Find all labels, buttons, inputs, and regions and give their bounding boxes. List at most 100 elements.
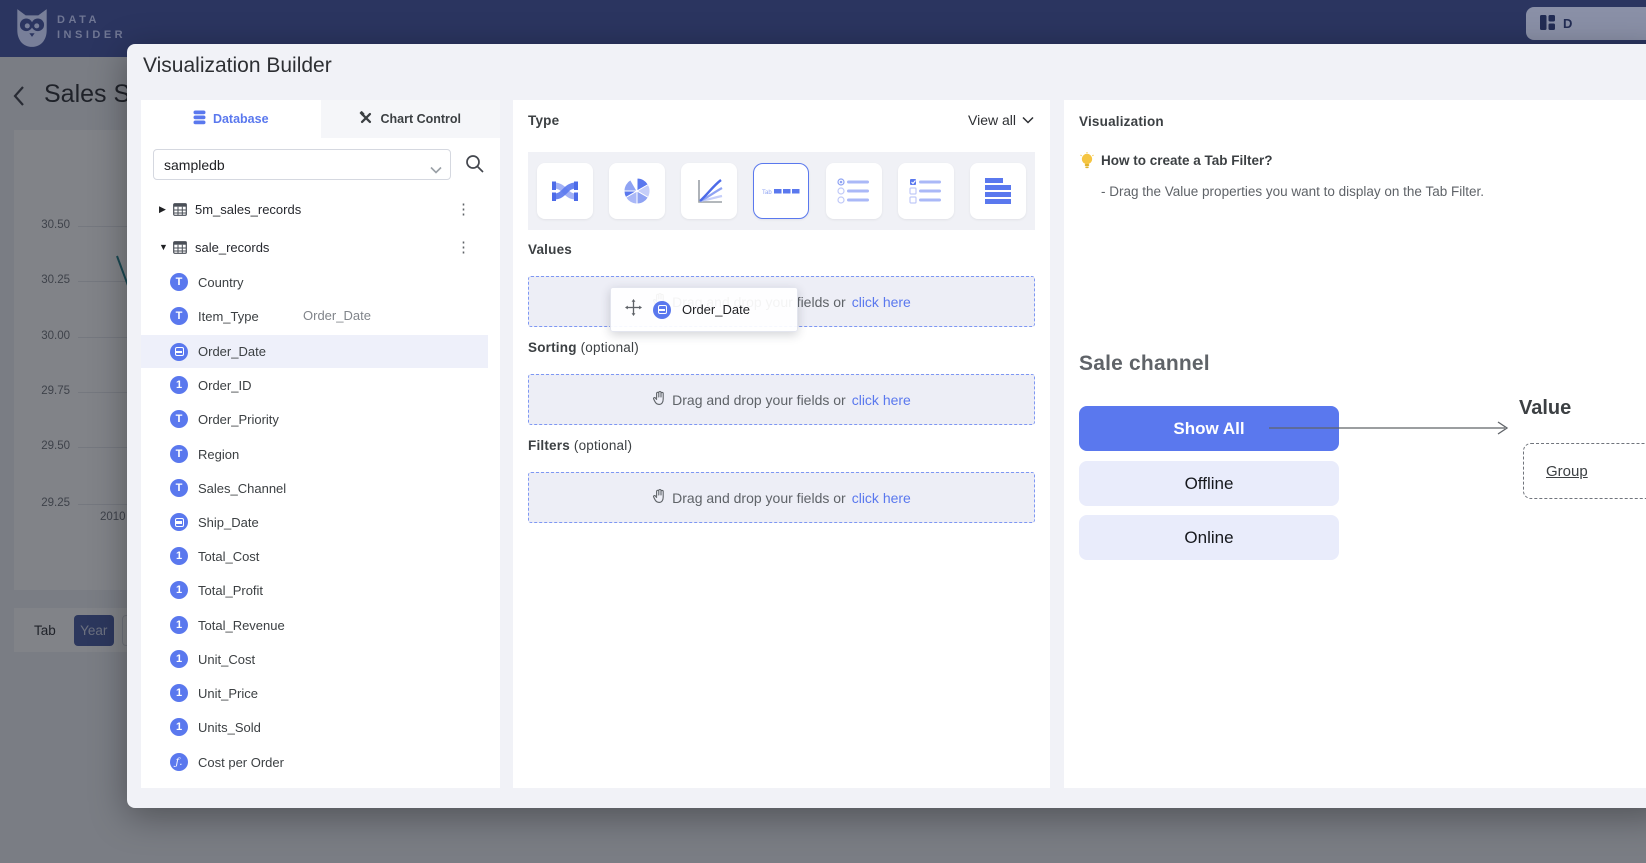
number-field-icon: 1 (170, 581, 188, 599)
annotation-value-label: Value (1519, 397, 1571, 420)
drag-source-ghost-label: Order_Date (303, 308, 371, 323)
pie-chart-icon (622, 176, 652, 206)
text-field-icon: T (170, 479, 188, 497)
database-icon (193, 110, 206, 128)
type-label: Type (528, 113, 559, 128)
sorting-label: Sorting (528, 340, 577, 355)
modal-title: Visualization Builder (143, 54, 332, 78)
field-row[interactable]: T Sales_Channel (141, 474, 488, 502)
radio-list-chart-type[interactable] (826, 163, 882, 219)
filters-dropzone[interactable]: Drag and drop your fields or click here (528, 472, 1035, 523)
caret-down-icon[interactable]: ▼ (159, 242, 171, 252)
datasource-select[interactable] (153, 149, 451, 180)
pie-chart-type[interactable] (609, 163, 665, 219)
field-row[interactable]: Ship_Date (141, 508, 488, 536)
menu-list-chart-type[interactable] (970, 163, 1026, 219)
table-row-sale-records[interactable]: ▼ sale_records ⋮ (141, 233, 488, 261)
panel-tabbar: Database Chart Control (141, 100, 500, 138)
type-section-label: Type (528, 113, 559, 128)
filters-optional: (optional) (574, 438, 632, 453)
number-field-icon: 1 (170, 547, 188, 565)
kebab-menu-icon[interactable]: ⋮ (456, 238, 471, 256)
field-name: Total_Cost (198, 549, 259, 564)
visualization-builder-modal: Visualization Builder Database (127, 44, 1646, 808)
database-panel: Database Chart Control (141, 100, 500, 788)
field-row[interactable]: T Order_Priority (141, 405, 488, 433)
visualization-heading: Visualization (1079, 114, 1164, 129)
number-field-icon: 1 (170, 684, 188, 702)
owl-logo-icon (13, 7, 51, 54)
field-row[interactable]: 1 Unit_Price (141, 679, 488, 707)
field-name: Item_Type (198, 309, 259, 324)
date-field-icon (653, 301, 671, 319)
datasource-select-value[interactable] (154, 150, 450, 179)
tab-database[interactable]: Database (141, 100, 321, 138)
dropzone-click-here-link[interactable]: click here (852, 392, 911, 408)
field-row-selected[interactable]: Order_Date (141, 335, 488, 368)
field-name: Total_Profit (198, 583, 263, 598)
tools-icon (359, 111, 373, 128)
sankey-chart-type[interactable] (537, 163, 593, 219)
dropzone-click-here-link[interactable]: click here (852, 294, 911, 310)
brand-name: DATA INSIDER (57, 13, 126, 43)
number-field-icon: 1 (170, 376, 188, 394)
drag-chip-label: Order_Date (682, 302, 750, 317)
tip-body: - Drag the Value properties you want to … (1101, 184, 1484, 199)
chevron-down-icon (430, 161, 442, 179)
tab-database-label: Database (213, 112, 269, 126)
option-online-button[interactable]: Online (1079, 515, 1339, 560)
tab-filter-chart-type[interactable]: Tab (753, 163, 809, 219)
table-name: sale_records (195, 240, 269, 255)
table-row-5m-sales-records[interactable]: ▶ 5m_sales_records ⋮ (141, 195, 488, 223)
field-name: Region (198, 447, 239, 462)
brand-line-2: INSIDER (57, 28, 126, 43)
line-chart-type[interactable] (681, 163, 737, 219)
field-row[interactable]: ƒ. Cost per Order (141, 748, 488, 776)
radio-list-icon (837, 177, 871, 205)
expression-field-icon: ƒ. (170, 753, 188, 771)
field-name: Order_Priority (198, 412, 279, 427)
field-row[interactable]: 1 Unit_Cost (141, 645, 488, 673)
table-icon (173, 203, 187, 216)
number-field-icon: 1 (170, 718, 188, 736)
sorting-optional: (optional) (581, 340, 639, 355)
field-row[interactable]: 1 Total_Revenue (141, 611, 488, 639)
lightbulb-icon (1079, 152, 1095, 175)
field-name: Unit_Cost (198, 652, 255, 667)
field-name: Sales_Channel (198, 481, 286, 496)
values-section-label: Values (528, 242, 572, 257)
tip-title: How to create a Tab Filter? (1101, 153, 1273, 168)
field-row[interactable]: 1 Order_ID (141, 371, 488, 399)
field-row[interactable]: 1 Total_Profit (141, 576, 488, 604)
search-icon[interactable] (465, 154, 485, 179)
dashboard-icon (1540, 15, 1555, 33)
caret-right-icon[interactable]: ▶ (159, 204, 171, 215)
table-name: 5m_sales_records (195, 202, 301, 217)
table-icon (173, 241, 187, 254)
dragging-field-chip[interactable]: Order_Date (610, 287, 798, 332)
view-all-label: View all (968, 112, 1016, 128)
sorting-dropzone[interactable]: Drag and drop your fields or click here (528, 374, 1035, 425)
text-field-icon: T (170, 273, 188, 291)
view-all-button[interactable]: View all (968, 112, 1034, 128)
dropzone-click-here-link[interactable]: click here (852, 490, 911, 506)
dashboard-nav-button[interactable]: D (1526, 7, 1646, 40)
field-name: Order_Date (198, 344, 266, 359)
number-field-icon: 1 (170, 616, 188, 634)
kebab-menu-icon[interactable]: ⋮ (456, 200, 471, 218)
field-row[interactable]: 1 Total_Cost (141, 542, 488, 570)
option-offline-button[interactable]: Offline (1079, 461, 1339, 506)
checkbox-list-icon (909, 177, 943, 205)
text-field-icon: T (170, 307, 188, 325)
chart-type-strip: Tab (528, 152, 1035, 230)
checkbox-list-chart-type[interactable] (898, 163, 954, 219)
dropzone-text: Drag and drop your fields or (672, 490, 846, 506)
annotation-group-box: Group (1523, 443, 1646, 499)
tab-chart-control[interactable]: Chart Control (321, 100, 501, 138)
visualization-panel: Visualization How to create a Tab Filter… (1064, 100, 1646, 788)
sorting-section-label: Sorting (optional) (528, 340, 639, 355)
annotation-group-link[interactable]: Group (1546, 463, 1588, 480)
field-row[interactable]: T Country (141, 268, 488, 296)
field-row[interactable]: T Region (141, 440, 488, 468)
field-row[interactable]: 1 Units_Sold (141, 713, 488, 741)
